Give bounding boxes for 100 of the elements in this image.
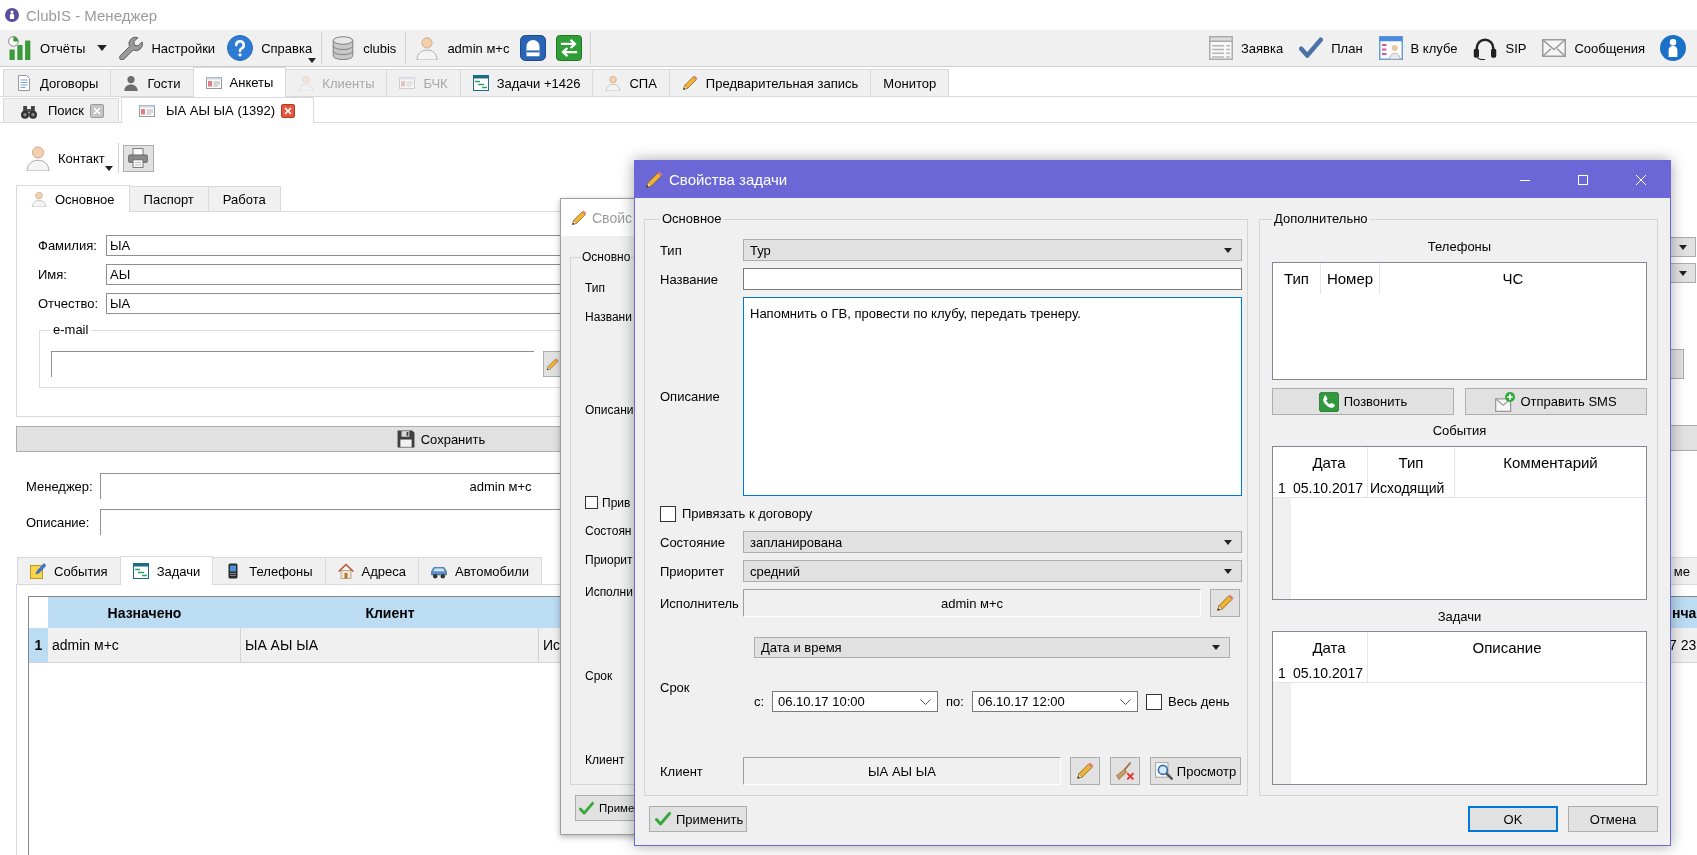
field-label: Клиент bbox=[585, 753, 625, 767]
field-label: Срок bbox=[585, 669, 613, 683]
tab[interactable]: Адреса bbox=[324, 557, 420, 584]
bar-chart-icon bbox=[8, 36, 32, 60]
tab[interactable]: События bbox=[17, 557, 121, 584]
tab[interactable]: Основное bbox=[16, 185, 130, 212]
print-button[interactable] bbox=[122, 144, 154, 172]
person-icon bbox=[25, 145, 51, 171]
ok-button[interactable]: OK bbox=[1468, 806, 1558, 832]
clear-button[interactable] bbox=[1110, 757, 1140, 785]
person-icon bbox=[605, 75, 622, 91]
edit-button[interactable] bbox=[1210, 589, 1240, 617]
field-label: Описание: bbox=[26, 514, 91, 530]
apply-button[interactable]: Применить bbox=[649, 806, 747, 832]
pencil-icon bbox=[1076, 762, 1094, 780]
pencil-icon bbox=[571, 209, 587, 226]
field-label: Менеджер: bbox=[26, 478, 94, 494]
tab[interactable]: СПА bbox=[592, 69, 670, 96]
tab[interactable]: ЫА АЫ ЫА (1392) bbox=[121, 97, 314, 123]
table-cell: Исходящий bbox=[1368, 478, 1455, 497]
pencil-icon bbox=[1216, 594, 1234, 612]
cancel-button[interactable]: Отмена bbox=[1568, 806, 1658, 832]
swap-arrows-icon[interactable] bbox=[556, 35, 583, 61]
messages-button[interactable]: Сообщения bbox=[1538, 32, 1649, 64]
row-number: 1 bbox=[29, 628, 48, 662]
table-cell: admin м+с bbox=[48, 628, 241, 662]
text-field[interactable] bbox=[743, 268, 1242, 290]
table-cell: 05.10.2017 bbox=[1291, 478, 1368, 497]
table-cell: ЫА АЫ ЫА bbox=[241, 628, 539, 662]
field-label: Отчество: bbox=[38, 296, 100, 311]
tab[interactable]: Задачи bbox=[119, 556, 214, 585]
help-button[interactable]: Справка bbox=[223, 32, 317, 64]
executor-field[interactable]: admin м+с bbox=[743, 589, 1201, 617]
tab[interactable]: Предварительная запись bbox=[668, 69, 872, 96]
checkbox[interactable] bbox=[1146, 693, 1162, 710]
text-area[interactable]: Напомнить о ГВ, провести по клубу, передать тренеру. bbox=[743, 297, 1242, 496]
note-pencil-icon bbox=[30, 563, 46, 579]
search-icon bbox=[1154, 762, 1173, 780]
section-title: События bbox=[1431, 423, 1488, 439]
row-number: 1 bbox=[1277, 478, 1287, 497]
tab[interactable]: Работа bbox=[207, 186, 281, 211]
reports-button[interactable]: Отчёты bbox=[4, 32, 90, 64]
envelope-icon bbox=[1542, 36, 1567, 60]
field-label: Фамилия: bbox=[38, 238, 98, 253]
column-header: Дата bbox=[1291, 632, 1368, 663]
column-header: Описание bbox=[1471, 638, 1543, 658]
dialog-title: Свойства задачи bbox=[669, 171, 788, 188]
field-label: Описание bbox=[660, 389, 721, 404]
tab[interactable]: Анкеты bbox=[192, 67, 287, 97]
checkbox[interactable] bbox=[660, 505, 676, 522]
maximize-icon[interactable] bbox=[1578, 174, 1588, 185]
edit-button[interactable] bbox=[1070, 757, 1100, 785]
caret-icon bbox=[104, 166, 113, 171]
close-icon[interactable] bbox=[90, 103, 105, 118]
window-title: ClubIS - Менеджер bbox=[26, 6, 158, 24]
client-field[interactable]: ЫА АЫ ЫА bbox=[743, 757, 1061, 785]
chevron-icon bbox=[920, 698, 931, 705]
date-field[interactable]: 06.10.17 12:00 bbox=[972, 691, 1138, 712]
tab[interactable]: Договоры bbox=[3, 69, 112, 96]
pencil-icon bbox=[645, 170, 663, 189]
field-label: Клиент bbox=[660, 763, 704, 779]
sms-button[interactable]: Отправить SMS bbox=[1465, 388, 1647, 415]
document-icon bbox=[16, 75, 32, 91]
dropdown[interactable]: запланирована bbox=[743, 531, 1242, 553]
field-label: Имя: bbox=[38, 267, 68, 282]
tab[interactable]: Поиск bbox=[3, 98, 120, 122]
tab[interactable]: Задачи +1426 bbox=[459, 69, 594, 96]
check-icon bbox=[1299, 36, 1324, 60]
sip-button[interactable]: SIP bbox=[1469, 32, 1531, 64]
checkbox[interactable] bbox=[585, 496, 598, 509]
date-field[interactable]: 06.10.17 10:00 bbox=[772, 691, 938, 712]
view-button[interactable]: Просмотр bbox=[1150, 757, 1241, 785]
tab[interactable]: Гости bbox=[110, 69, 194, 96]
field-label: Состоян bbox=[585, 524, 632, 538]
column-header: Назначено bbox=[106, 603, 183, 623]
close-icon[interactable] bbox=[281, 103, 295, 118]
database-button[interactable]: clubis bbox=[327, 32, 401, 64]
call-button[interactable]: Позвонить bbox=[1272, 388, 1454, 415]
envelope-plus-icon bbox=[1495, 391, 1516, 412]
dropdown[interactable]: Дата и время bbox=[754, 637, 1230, 658]
tab[interactable]: Монитор bbox=[870, 69, 950, 96]
dropdown[interactable]: средний bbox=[743, 560, 1242, 582]
request-button[interactable]: Заявка bbox=[1205, 32, 1288, 64]
floppy-icon bbox=[396, 430, 415, 448]
tab[interactable]: Паспорт bbox=[128, 186, 209, 211]
user-circle-icon[interactable] bbox=[1660, 35, 1686, 61]
plan-button[interactable]: План bbox=[1295, 32, 1367, 64]
in-club-button[interactable]: В клубе bbox=[1374, 32, 1462, 64]
tab[interactable]: Телефоны bbox=[212, 557, 326, 584]
contact-button[interactable]: Контакт bbox=[22, 142, 115, 174]
form-icon bbox=[1209, 36, 1233, 60]
caret-icon bbox=[1224, 247, 1232, 253]
lock-icon[interactable] bbox=[520, 35, 547, 61]
user-button[interactable]: admin м+с bbox=[411, 32, 514, 64]
person-icon bbox=[298, 75, 315, 91]
settings-button[interactable]: Настройки bbox=[115, 32, 220, 64]
dropdown[interactable]: Тур bbox=[743, 239, 1242, 261]
field-label: Исполнитель bbox=[660, 595, 740, 611]
tab[interactable]: Автомобили bbox=[418, 557, 543, 584]
section-title: Задачи bbox=[1436, 609, 1483, 625]
